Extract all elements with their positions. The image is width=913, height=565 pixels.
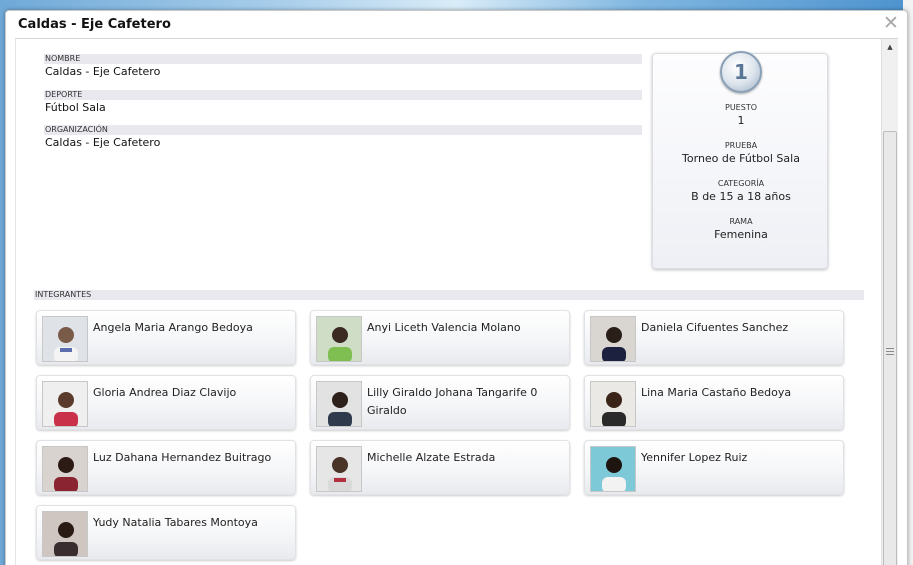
member-card[interactable]: Michelle Alzate Estrada [310, 440, 570, 495]
field-label-deporte: DEPORTE [44, 90, 642, 100]
team-detail-dialog: Caldas - Eje Cafetero ✕ NOMBRE Caldas - … [5, 10, 908, 565]
member-name: Gloria Andrea Diaz Clavijo [93, 386, 237, 399]
vertical-scrollbar[interactable]: ▲ [881, 39, 898, 565]
field-deporte: DEPORTE Fútbol Sala [44, 90, 642, 115]
person-icon [591, 382, 635, 426]
dialog-content: NOMBRE Caldas - Eje Cafetero DEPORTE Fút… [15, 38, 898, 565]
ranking-prueba: PRUEBA Torneo de Fútbol Sala [653, 141, 829, 166]
member-card[interactable]: Daniela Cifuentes Sanchez [584, 310, 844, 365]
member-card[interactable]: Yennifer Lopez Ruiz [584, 440, 844, 495]
rama-label: RAMA [729, 217, 753, 226]
member-photo [42, 446, 88, 492]
ranking-categoria: CATEGORÍA B de 15 a 18 años [653, 179, 829, 204]
person-icon [317, 382, 361, 426]
member-photo [42, 511, 88, 557]
member-card[interactable]: Anyi Liceth Valencia Molano [310, 310, 570, 365]
ranking-rama: RAMA Femenina [653, 217, 829, 242]
scroll-thumb[interactable] [883, 131, 897, 565]
member-name: Anyi Liceth Valencia Molano [367, 321, 521, 334]
person-icon [43, 447, 87, 491]
scroll-up-arrow-icon[interactable]: ▲ [882, 39, 898, 55]
member-name: Yudy Natalia Tabares Montoya [93, 516, 258, 529]
person-icon [591, 447, 635, 491]
person-icon [317, 317, 361, 361]
person-icon [591, 317, 635, 361]
member-photo [316, 316, 362, 362]
person-icon [43, 382, 87, 426]
member-card[interactable]: Angela Maria Arango Bedoya [36, 310, 296, 365]
categoria-label: CATEGORÍA [717, 179, 765, 188]
person-icon [43, 512, 87, 556]
close-icon[interactable]: ✕ [881, 13, 901, 33]
member-name: Michelle Alzate Estrada [367, 451, 496, 464]
field-value-organizacion: Caldas - Eje Cafetero [45, 136, 161, 149]
member-name: Daniela Cifuentes Sanchez [641, 321, 789, 334]
member-name: Lina Maria Castaño Bedoya [641, 386, 792, 399]
integrantes-label: INTEGRANTES [34, 290, 864, 300]
medal-icon: 1 [720, 51, 762, 93]
person-icon [43, 317, 87, 361]
prueba-value: Torneo de Fútbol Sala [682, 152, 800, 165]
member-card[interactable]: Lilly Giraldo Johana Tangarife 0 Giraldo [310, 375, 570, 430]
member-photo [42, 316, 88, 362]
member-card[interactable]: Luz Dahana Hernandez Buitrago [36, 440, 296, 495]
member-photo [316, 446, 362, 492]
member-photo [42, 381, 88, 427]
field-nombre: NOMBRE Caldas - Eje Cafetero [44, 54, 642, 79]
ranking-puesto: PUESTO 1 [653, 103, 829, 128]
prueba-label: PRUEBA [724, 141, 758, 150]
member-name: Yennifer Lopez Ruiz [641, 451, 748, 464]
ranking-card: 1 PUESTO 1 PRUEBA Torneo de Fútbol Sala … [652, 51, 829, 269]
member-photo [590, 381, 636, 427]
rama-value: Femenina [714, 228, 768, 241]
person-icon [317, 447, 361, 491]
member-name: Angela Maria Arango Bedoya [93, 321, 253, 334]
field-organizacion: ORGANIZACIÓN Caldas - Eje Cafetero [44, 125, 642, 150]
categoria-value: B de 15 a 18 años [691, 190, 791, 203]
member-card[interactable]: Yudy Natalia Tabares Montoya [36, 505, 296, 560]
member-photo [316, 381, 362, 427]
field-value-deporte: Fútbol Sala [45, 101, 106, 114]
member-card[interactable]: Gloria Andrea Diaz Clavijo [36, 375, 296, 430]
member-name: Lilly Giraldo Johana Tangarife 0 Giraldo [367, 386, 538, 417]
dialog-title: Caldas - Eje Cafetero [18, 17, 171, 32]
member-photo [590, 316, 636, 362]
grip-icon [886, 348, 894, 355]
field-label-nombre: NOMBRE [44, 54, 642, 64]
puesto-label: PUESTO [725, 103, 757, 112]
member-photo [590, 446, 636, 492]
puesto-value: 1 [737, 114, 745, 127]
member-card[interactable]: Lina Maria Castaño Bedoya [584, 375, 844, 430]
field-value-nombre: Caldas - Eje Cafetero [45, 65, 161, 78]
member-name: Luz Dahana Hernandez Buitrago [93, 451, 272, 464]
field-label-organizacion: ORGANIZACIÓN [44, 125, 642, 135]
